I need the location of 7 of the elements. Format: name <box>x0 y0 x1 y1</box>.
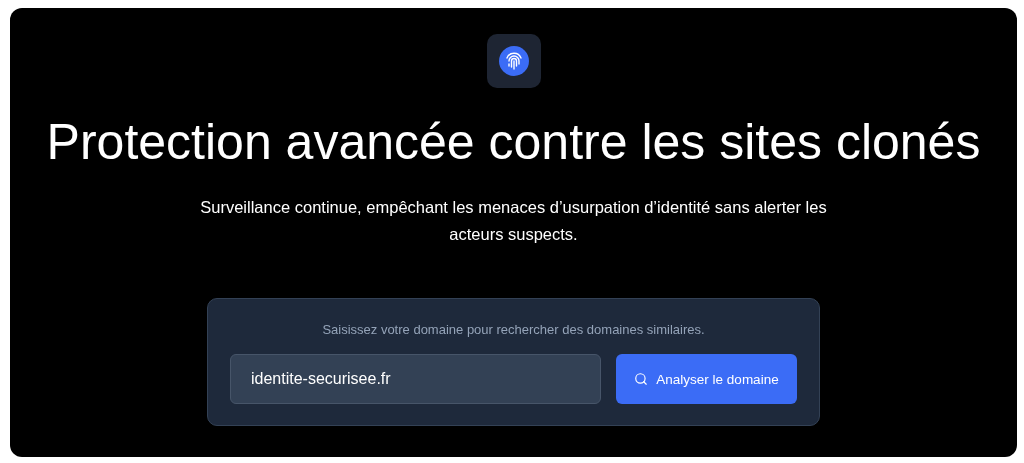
fingerprint-icon <box>498 46 529 76</box>
search-icon <box>634 372 649 386</box>
domain-input[interactable]: identite-securisee.fr <box>230 354 601 404</box>
hero-title: Protection avancée contre les sites clonés <box>46 113 981 172</box>
analyze-button[interactable]: Analyser le domaine <box>616 354 797 404</box>
search-caption: Saisissez votre domaine pour rechercher des domaines similaires. <box>322 321 705 339</box>
hero-subtitle: Surveillance continue, empêchant les menaces d’usurpation d’identité sans alerter les acteurs suspects. <box>199 197 828 245</box>
